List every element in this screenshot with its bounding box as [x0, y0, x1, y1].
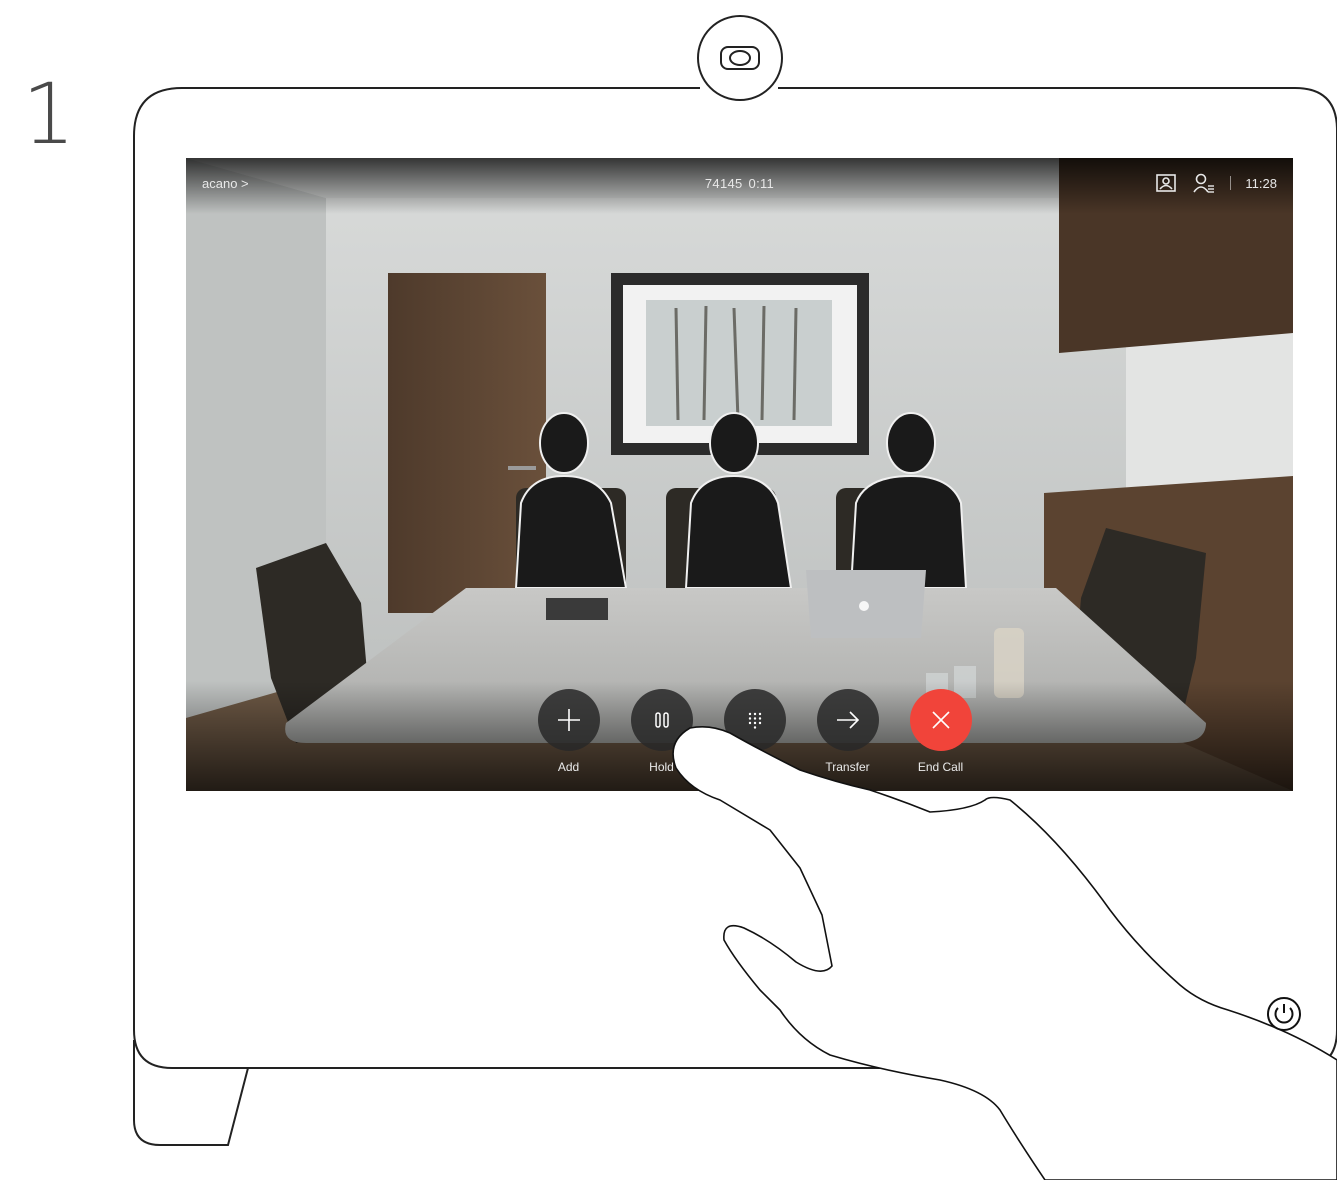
call-duration: 0:11 [748, 176, 775, 191]
call-number: 74145 [704, 176, 743, 191]
end-call-button[interactable]: End Call [894, 689, 987, 774]
pause-icon [630, 689, 693, 751]
power-icon [1267, 997, 1301, 1031]
hold-button[interactable]: Hold [615, 689, 708, 774]
keypad-button[interactable] [708, 689, 801, 774]
plus-icon [537, 689, 600, 751]
arrow-right-icon [816, 689, 879, 751]
call-screen: acano > 74145 0:11 11:28 Add Hold Transf… [186, 158, 1293, 791]
transfer-button[interactable]: Transfer [801, 689, 894, 774]
call-info: 74145 0:11 [186, 176, 1293, 191]
status-divider [1230, 176, 1232, 190]
keypad-icon [723, 689, 786, 751]
hold-label: Hold [649, 760, 674, 774]
transfer-label: Transfer [825, 760, 870, 774]
add-label: Add [557, 760, 580, 774]
clock: 11:28 [1245, 175, 1277, 191]
add-button[interactable]: Add [522, 689, 615, 774]
participants-icon[interactable] [1192, 172, 1216, 194]
call-controls: Add Hold Transfer End Call [522, 689, 987, 774]
power-button[interactable] [1266, 996, 1302, 1032]
close-icon [909, 689, 972, 751]
end-call-label: End Call [917, 760, 964, 774]
camera-icon [718, 44, 762, 72]
self-view-icon[interactable] [1154, 172, 1178, 194]
top-right-status: 11:28 [1154, 172, 1277, 194]
